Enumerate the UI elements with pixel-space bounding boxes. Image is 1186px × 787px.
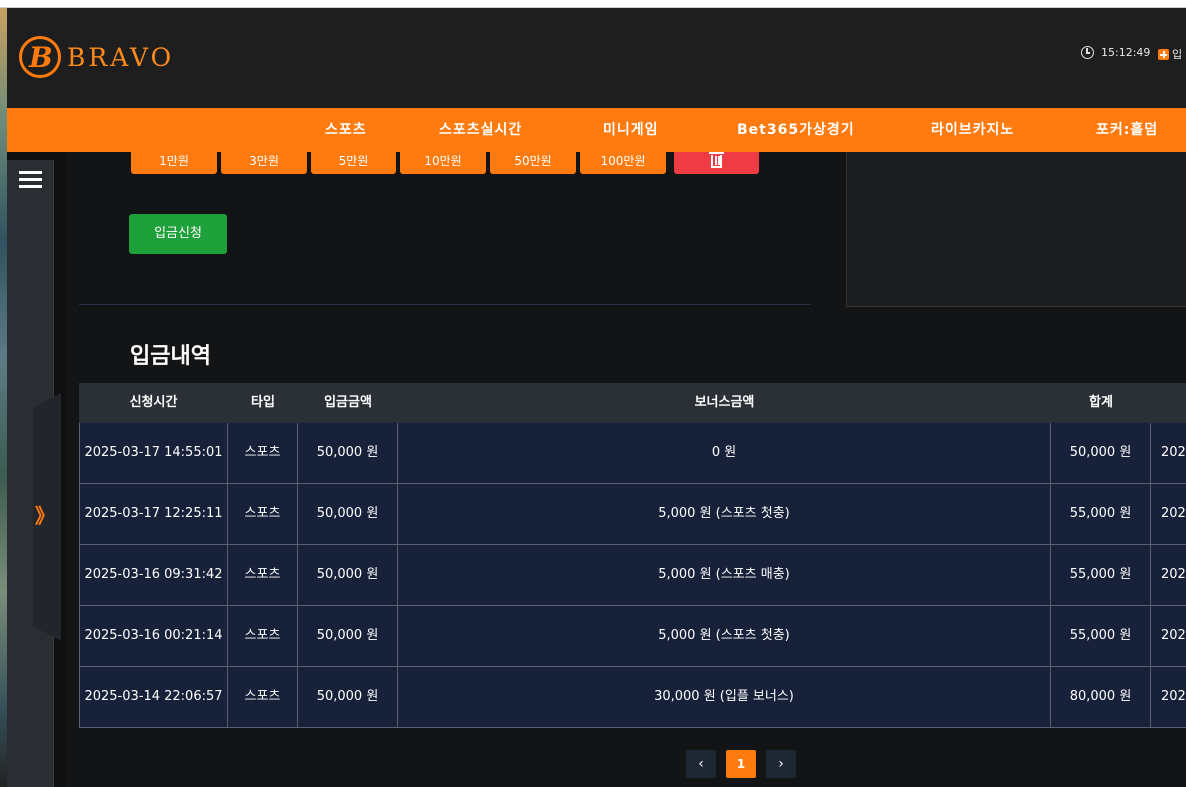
site-header: B BRAVO 15:12:49 입 — [7, 8, 1186, 108]
column-header-type: 타입 — [251, 395, 275, 410]
cell-processed-time: 202 — [1161, 689, 1186, 704]
cell-time: 2025-03-16 00:21:14 — [79, 606, 228, 666]
amount-button-10k[interactable]: 1만원 — [131, 152, 217, 174]
cell-type: 스포츠 — [228, 606, 298, 666]
side-menu: 》 — [7, 160, 61, 787]
cell-bonus: 30,000 원 (입플 보너스) — [398, 667, 1051, 727]
column-header-total: 합계 — [1089, 395, 1113, 410]
cell-time: 2025-03-16 09:31:42 — [79, 545, 228, 605]
pagination-page-1[interactable]: 1 — [726, 750, 756, 778]
column-header-amount: 입금금액 — [324, 395, 372, 410]
desktop-background-strip — [0, 8, 7, 787]
server-clock: 15:12:49 — [1081, 46, 1150, 59]
pagination-next-button[interactable]: › — [766, 750, 796, 778]
nav-item-poker-holdem[interactable]: 포커:홀덤 — [1096, 108, 1158, 152]
nav-item-sports[interactable]: 스포츠 — [325, 108, 367, 152]
trash-icon — [709, 152, 724, 168]
logo-mark-icon: B — [19, 36, 61, 78]
cell-processed-time: 202 — [1161, 506, 1186, 521]
nav-item-live-casino[interactable]: 라이브카지노 — [931, 108, 1014, 152]
cell-total: 55,000 원 — [1051, 545, 1151, 605]
cell-bonus: 0 원 — [398, 423, 1051, 483]
logo-letter: B — [29, 41, 53, 74]
cell-type: 스포츠 — [228, 423, 298, 483]
nav-item-live-sports[interactable]: 스포츠실시간 — [439, 108, 522, 152]
cell-processed-time: 202 — [1161, 445, 1186, 460]
clock-time: 15:12:49 — [1101, 46, 1151, 59]
nav-item-bet365-virtual[interactable]: Bet365가상경기 — [737, 108, 855, 152]
cell-total: 80,000 원 — [1051, 667, 1151, 727]
cell-time: 2025-03-14 22:06:57 — [79, 667, 228, 727]
deposit-history-title: 입금내역 — [130, 344, 211, 369]
cell-amount: 50,000 원 — [298, 606, 398, 666]
login-link[interactable]: 입 — [1172, 46, 1182, 62]
column-header-time: 신청시간 — [129, 395, 178, 410]
cell-time: 2025-03-17 14:55:01 — [79, 423, 228, 483]
clear-amount-button[interactable] — [674, 152, 759, 174]
amount-button-500k[interactable]: 50만원 — [490, 152, 576, 174]
table-row: 2025-03-16 09:31:42 스포츠 50,000 원 5,000 원… — [79, 545, 1186, 606]
main-nav: 스포츠 스포츠실시간 미니게임 Bet365가상경기 라이브카지노 포커:홀덤 — [7, 108, 1186, 152]
app-root: B BRAVO 15:12:49 입 스포츠 스포츠실시간 미니게임 Bet36… — [0, 0, 1186, 787]
table-row: 2025-03-16 00:21:14 스포츠 50,000 원 5,000 원… — [79, 606, 1186, 667]
window-top-strip — [0, 0, 1186, 8]
cell-bonus: 5,000 원 (스포츠 매충) — [398, 545, 1051, 605]
side-info-panel — [846, 152, 1186, 307]
chevron-right-double-icon[interactable]: 》 — [35, 500, 55, 529]
cell-bonus: 5,000 원 (스포츠 첫충) — [398, 484, 1051, 544]
brand-logo[interactable]: B BRAVO — [19, 36, 174, 78]
cell-bonus: 5,000 원 (스포츠 첫충) — [398, 606, 1051, 666]
cell-total: 55,000 원 — [1051, 606, 1151, 666]
cell-processed-time: 202 — [1161, 567, 1186, 582]
table-row: 2025-03-14 22:06:57 스포츠 50,000 원 30,000 … — [79, 667, 1186, 728]
cell-time: 2025-03-17 12:25:11 — [79, 484, 228, 544]
cell-amount: 50,000 원 — [298, 484, 398, 544]
cell-amount: 50,000 원 — [298, 667, 398, 727]
cell-amount: 50,000 원 — [298, 545, 398, 605]
table-row: 2025-03-17 12:25:11 스포츠 50,000 원 5,000 원… — [79, 484, 1186, 545]
deposit-request-button[interactable]: 입금신청 — [129, 214, 227, 254]
cell-type: 스포츠 — [228, 545, 298, 605]
section-divider — [79, 304, 811, 305]
amount-button-50k[interactable]: 5만원 — [311, 152, 396, 174]
clock-icon — [1081, 46, 1094, 59]
cell-total: 55,000 원 — [1051, 484, 1151, 544]
cell-type: 스포츠 — [228, 484, 298, 544]
plus-icon[interactable] — [1158, 49, 1169, 60]
cell-total: 50,000 원 — [1051, 423, 1151, 483]
amount-button-30k[interactable]: 3만원 — [221, 152, 307, 174]
cell-processed-time: 202 — [1161, 628, 1186, 643]
amount-button-100k[interactable]: 10만원 — [400, 152, 486, 174]
pagination-prev-button[interactable]: ‹ — [686, 750, 716, 778]
cell-type: 스포츠 — [228, 667, 298, 727]
nav-item-minigame[interactable]: 미니게임 — [603, 108, 659, 152]
table-row: 2025-03-17 14:55:01 스포츠 50,000 원 0 원 50,… — [79, 423, 1186, 484]
cell-amount: 50,000 원 — [298, 423, 398, 483]
column-header-bonus: 보너스금액 — [694, 395, 755, 410]
hamburger-menu-icon[interactable] — [19, 171, 42, 189]
table-header: 신청시간 타입 입금금액 보너스금액 합계 — [79, 383, 1186, 423]
amount-button-1m[interactable]: 100만원 — [580, 152, 666, 174]
logo-text: BRAVO — [67, 42, 175, 72]
